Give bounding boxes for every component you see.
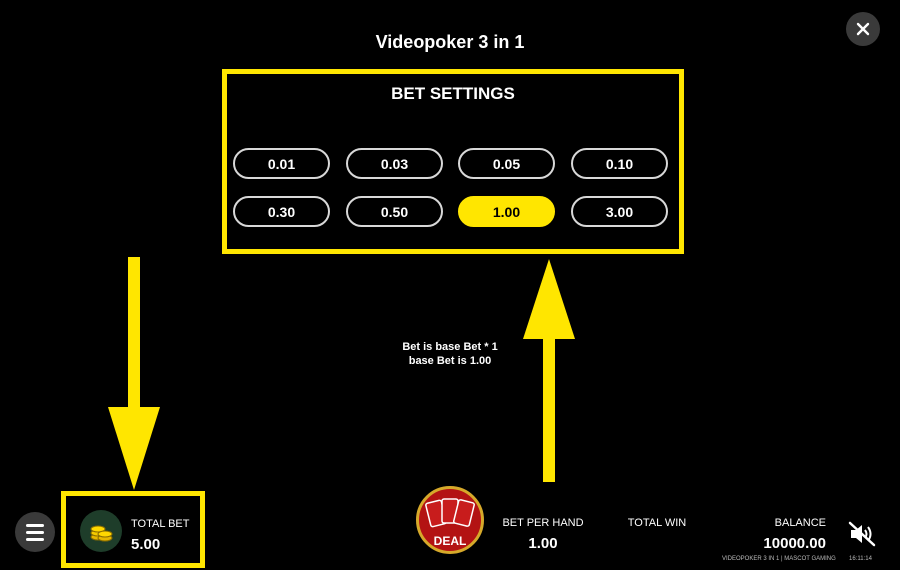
total-bet-panel[interactable]: TOTAL BET 5.00 <box>61 491 205 568</box>
bet-option-0-30[interactable]: 0.30 <box>233 196 330 227</box>
down-arrow-annotation <box>108 257 160 490</box>
deal-label: DEAL <box>433 534 467 548</box>
game-footer-text: VIDEOPOKER 3 IN 1 | MASCOT GAMING <box>722 556 836 562</box>
sound-muted-icon <box>848 521 876 547</box>
coins-icon <box>80 510 122 552</box>
bet-option-0-50[interactable]: 0.50 <box>346 196 443 227</box>
bet-per-hand-value: 1.00 <box>528 535 558 552</box>
bet-info-line-1: Bet is base Bet * 1 <box>402 341 498 353</box>
balance-label: BALANCE <box>774 517 826 529</box>
bet-per-hand-label: BET PER HAND <box>502 517 584 529</box>
hamburger-icon-bar <box>26 537 44 541</box>
menu-button[interactable] <box>15 512 55 552</box>
hamburger-icon-bar <box>26 530 44 534</box>
game-title: Videopoker 3 in 1 <box>375 32 525 52</box>
bet-option-1-00-selected[interactable]: 1.00 <box>458 196 555 227</box>
hamburger-icon-bar <box>26 523 44 527</box>
bet-option-0-05[interactable]: 0.05 <box>458 148 555 179</box>
bet-settings-title: BET SETTINGS <box>391 84 515 103</box>
close-icon <box>856 22 870 36</box>
deal-button[interactable]: DEAL <box>416 486 484 554</box>
bet-settings-panel: BET SETTINGS 0.01 0.03 0.05 0.10 0.30 0.… <box>222 69 684 254</box>
total-bet-value: 5.00 <box>131 536 161 553</box>
close-button[interactable] <box>846 12 880 46</box>
bet-info-text: Bet is base Bet * 1 base Bet is 1.00 <box>0 340 900 368</box>
bet-option-0-10[interactable]: 0.10 <box>571 148 668 179</box>
balance-value: 10000.00 <box>763 535 826 552</box>
total-bet-label: TOTAL BET <box>131 518 190 530</box>
bet-option-0-01[interactable]: 0.01 <box>233 148 330 179</box>
bet-info-line-2: base Bet is 1.00 <box>408 355 492 367</box>
clock-time: 16:11:14 <box>849 556 872 562</box>
total-win-label: TOTAL WIN <box>627 517 687 529</box>
up-arrow-annotation <box>523 259 575 482</box>
sound-toggle-button[interactable] <box>848 521 878 547</box>
bet-option-0-03[interactable]: 0.03 <box>346 148 443 179</box>
bet-option-3-00[interactable]: 3.00 <box>571 196 668 227</box>
playing-cards-icon <box>425 498 475 528</box>
